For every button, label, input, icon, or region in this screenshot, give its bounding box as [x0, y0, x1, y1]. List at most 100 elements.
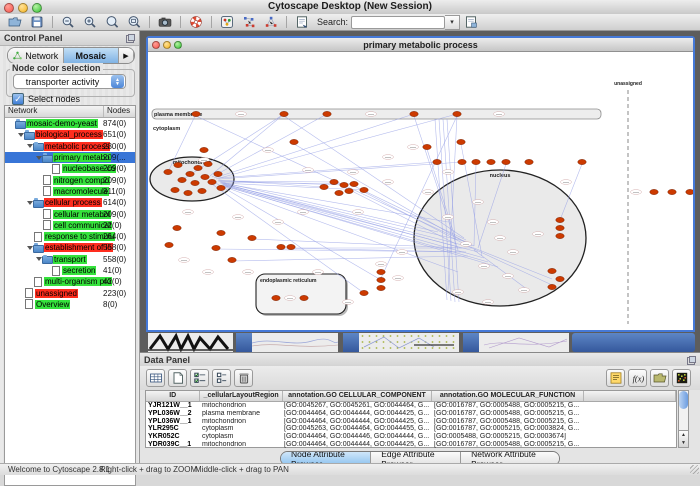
network-node[interactable] — [487, 159, 495, 164]
table-cell[interactable]: [GO:0016787, GO:0005488, GO:0005215, G..… — [432, 402, 584, 410]
network-node[interactable] — [165, 242, 173, 247]
network-node[interactable] — [204, 161, 212, 166]
network-node[interactable] — [502, 159, 510, 164]
network-node[interactable] — [377, 269, 385, 274]
network-tree-row[interactable]: primary metabo209(... — [5, 152, 135, 163]
tab-network[interactable]: Network — [8, 48, 64, 63]
table-cell[interactable]: [GO:0005488, GO:0005215, GO:0003674] — [432, 433, 584, 441]
vizmapper-button[interactable] — [217, 15, 237, 30]
table-column-header[interactable]: annotation.GO MOLECULAR_FUNCTION — [432, 391, 584, 401]
network-tree-row[interactable]: establishment of lo558(0) — [5, 242, 135, 253]
network-node[interactable] — [214, 171, 222, 176]
function-button[interactable]: f(x) — [628, 369, 647, 387]
network-tree-row[interactable]: metabolic process280(0) — [5, 141, 135, 152]
scrollbar-arrows[interactable]: ▲▼ — [679, 430, 688, 447]
table-column-header[interactable] — [584, 391, 676, 401]
network-node[interactable] — [556, 225, 564, 230]
background-window-fragment[interactable] — [236, 333, 252, 352]
network-node[interactable] — [194, 165, 202, 170]
network-node[interactable] — [556, 276, 564, 281]
table-cell[interactable]: mitochondrion — [200, 418, 282, 426]
network-node[interactable] — [228, 257, 236, 262]
network-node[interactable] — [217, 185, 225, 190]
table-cell[interactable]: [GO:0044464, GO:0044444, GO:0044425, G..… — [282, 441, 432, 449]
network-node[interactable] — [201, 174, 209, 179]
network-node[interactable] — [556, 217, 564, 222]
network-node[interactable] — [360, 187, 368, 192]
table-cell[interactable]: [GO:0044464, GO:0044444, GO:0044425, G..… — [282, 418, 432, 426]
table-cell[interactable]: [GO:0016787, GO:0005488, GO:0005215, G..… — [432, 441, 584, 449]
select-attributes-button[interactable] — [190, 369, 209, 387]
table-scrollbar[interactable]: ▲▼ — [678, 390, 689, 448]
table-row[interactable]: YJR121W__1mitochondrion[GO:0045267, GO:0… — [146, 402, 676, 410]
open-folder-button[interactable] — [5, 15, 25, 30]
float-panel-icon[interactable] — [687, 356, 696, 365]
table-row[interactable]: YPL036W__1mitochondrion[GO:0044464, GO:0… — [146, 418, 676, 426]
table-cell[interactable]: YPL036W__1 — [146, 418, 200, 426]
network-node[interactable] — [360, 290, 368, 295]
table-cell[interactable]: YJR121W__1 — [146, 402, 200, 410]
node-color-dropdown[interactable]: transporter activity ▲▼ — [13, 74, 126, 89]
network-node[interactable] — [458, 159, 466, 164]
tree-expander-icon[interactable] — [26, 143, 33, 150]
network-tree-row[interactable]: mosaic-demo-yeast874(0) — [5, 118, 135, 129]
network-node[interactable] — [208, 179, 216, 184]
background-window-fragment[interactable] — [463, 333, 479, 352]
zoom-out-button[interactable] — [58, 15, 78, 30]
network-node[interactable] — [200, 147, 208, 152]
network-window-titlebar[interactable]: primary metabolic process — [148, 38, 693, 52]
select-nodes-checkbox[interactable]: ✓ — [12, 93, 24, 105]
table-row[interactable]: YLR295Ccytoplasm[GO:0045263, GO:0044464,… — [146, 425, 676, 433]
table-cell[interactable]: cytoplasm — [200, 425, 282, 433]
float-panel-icon[interactable] — [126, 34, 135, 43]
table-row[interactable]: YDR039C__1mitochondrion[GO:0044464, GO:0… — [146, 441, 676, 449]
network-node[interactable] — [433, 159, 441, 164]
tab-mosaic[interactable]: Mosaic — [64, 48, 120, 63]
table-cell[interactable]: YPL036W__2 — [146, 410, 200, 418]
network-node[interactable] — [323, 111, 331, 116]
network-node[interactable] — [350, 181, 358, 186]
network-node[interactable] — [191, 180, 199, 185]
network-node[interactable] — [335, 190, 343, 195]
table-cell[interactable]: cytoplasm — [200, 433, 282, 441]
matrix-button[interactable] — [672, 369, 691, 387]
table-cell[interactable]: plasma membrane — [200, 410, 282, 418]
network-node[interactable] — [184, 190, 192, 195]
unselect-attributes-button[interactable] — [212, 369, 231, 387]
network-node[interactable] — [525, 159, 533, 164]
annotation-doc-button[interactable] — [292, 15, 312, 30]
network-node[interactable] — [548, 268, 556, 273]
layout-b-button[interactable] — [261, 15, 281, 30]
network-node[interactable] — [340, 182, 348, 187]
network-node[interactable] — [178, 177, 186, 182]
network-node[interactable] — [320, 184, 328, 189]
network-node[interactable] — [217, 230, 225, 235]
table-cell[interactable]: [GO:0016787, GO:0005215, GO:0003824, G..… — [432, 425, 584, 433]
background-window-fragment[interactable] — [252, 333, 338, 352]
network-node[interactable] — [186, 171, 194, 176]
table-cell[interactable]: [GO:0045267, GO:0045261, GO:0044464, G..… — [282, 402, 432, 410]
network-tree-row[interactable]: cellular metabol209(0) — [5, 208, 135, 219]
table-column-header[interactable]: annotation.GO CELLULAR_COMPONENT — [283, 391, 433, 401]
network-node[interactable] — [377, 285, 385, 290]
network-node[interactable] — [248, 235, 256, 240]
table-row[interactable]: YKR052Ccytoplasm[GO:0044464, GO:0044446,… — [146, 433, 676, 441]
network-tree-row[interactable]: biological_process651(0) — [5, 129, 135, 140]
network-node[interactable] — [330, 179, 338, 184]
network-node[interactable] — [287, 244, 295, 249]
table-cell[interactable]: [GO:0016787, GO:0005488, GO:0005215, G..… — [432, 410, 584, 418]
help-lifering-button[interactable] — [186, 15, 206, 30]
table-cell[interactable]: [GO:0016787, GO:0005488, GO:0005215, G..… — [432, 418, 584, 426]
table-row[interactable]: YPL036W__2plasma membrane[GO:0044464, GO… — [146, 410, 676, 418]
table-cell[interactable]: YDR039C__1 — [146, 441, 200, 449]
table-column-header[interactable]: _cellularLayoutRegion — [200, 391, 282, 401]
network-node[interactable] — [290, 139, 298, 144]
zoom-in-button[interactable] — [80, 15, 100, 30]
delete-attribute-button[interactable] — [234, 369, 253, 387]
network-node[interactable] — [174, 162, 182, 167]
attribute-grid-button[interactable] — [146, 369, 165, 387]
network-tree-row[interactable]: secretion41(0) — [5, 265, 135, 276]
network-node[interactable] — [212, 245, 220, 250]
network-canvas[interactable]: plasma membranecytoplasmmitochondrionnuc… — [148, 52, 693, 330]
network-tree-row[interactable]: multi-organism pro42(0) — [5, 276, 135, 287]
